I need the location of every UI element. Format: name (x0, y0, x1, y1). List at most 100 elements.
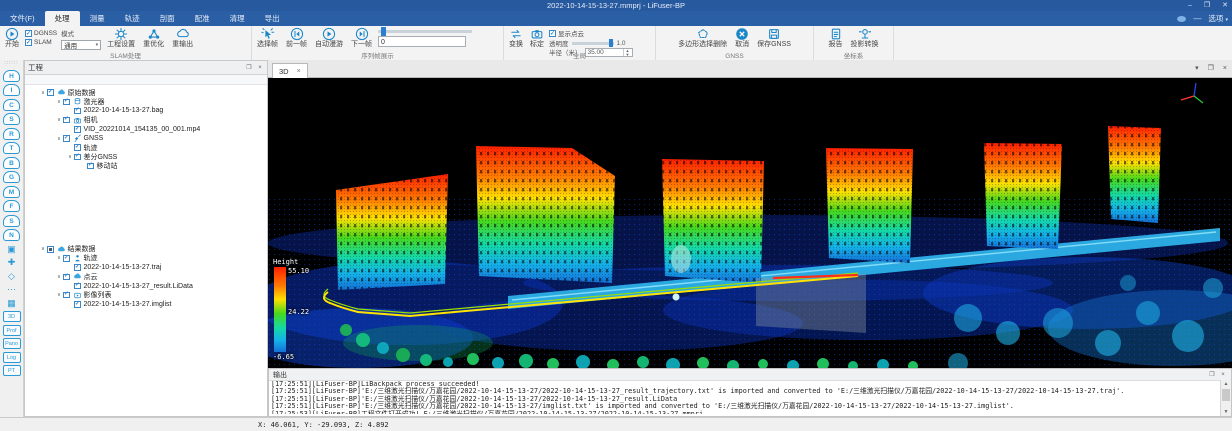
slider-handle[interactable] (609, 39, 613, 47)
tree-item-result-data[interactable]: ∨结果数据 (25, 245, 267, 254)
maximize-button[interactable]: ❐ (1204, 0, 1210, 11)
mode-select[interactable]: 通用▾ (61, 40, 101, 50)
tree-item-lidata-file[interactable]: 2022-10-14-15-13-27_result.LiData (25, 281, 267, 290)
tab-profile[interactable]: 剖面 (150, 11, 185, 26)
polygon-delete-button[interactable]: 多边形选择删除 (676, 27, 729, 49)
checkbox-icon[interactable] (74, 283, 81, 290)
checkbox-icon[interactable] (63, 274, 70, 281)
3d-view-button[interactable]: 3D (3, 311, 21, 322)
expand-arrow-icon[interactable]: ∨ (55, 136, 63, 142)
tree-item-trajectory[interactable]: 轨迹 (25, 143, 267, 152)
prev-frame-button[interactable]: 前一帧 (284, 27, 309, 49)
auto-roam-button[interactable]: 自动漫游 (313, 27, 345, 49)
viewport-tab-3d[interactable]: 3D× (272, 63, 308, 79)
tree-item-diff-gnss[interactable]: ∨差分GNSS (25, 152, 267, 161)
next-frame-button[interactable]: 下一帧 (349, 27, 374, 49)
close-panel-icon[interactable]: × (256, 64, 264, 72)
cloud-tool-icon[interactable]: C (3, 99, 20, 111)
close-panel-icon[interactable]: × (1219, 371, 1227, 379)
cloud-tool-icon[interactable]: S (3, 113, 20, 125)
cloud-tool-icon[interactable]: T (3, 142, 20, 154)
checkbox-icon[interactable] (74, 126, 81, 133)
expand-arrow-icon[interactable]: ∨ (39, 246, 47, 252)
profile-view-button[interactable]: Prof (3, 325, 21, 336)
float-panel-icon[interactable]: ❐ (245, 64, 253, 72)
cloud-tool-icon[interactable]: H (3, 70, 20, 82)
tree-item-traj-file[interactable]: 2022-10-14-15-13-27.traj (25, 263, 267, 272)
options-menu[interactable]: 选项 ▾ (1208, 13, 1228, 24)
tab-export[interactable]: 导出 (255, 11, 290, 26)
projection-convert-button[interactable]: 投影转换 (849, 27, 881, 49)
expand-view-icon[interactable]: ✚ (8, 257, 16, 268)
tab-measure[interactable]: 测量 (80, 11, 115, 26)
3d-canvas[interactable]: Height 55.10 24.22 -6.65 (268, 78, 1232, 368)
cloud-tool-icon[interactable]: B (3, 157, 20, 169)
checkbox-icon[interactable] (63, 292, 70, 299)
prism-view-icon[interactable]: ◇ (8, 271, 15, 282)
transform-button[interactable]: 变换 (507, 27, 525, 49)
cloud-tool-icon[interactable]: M (3, 186, 20, 198)
tab-list-dropdown-icon[interactable]: ▾ (1195, 65, 1199, 73)
cloud-tool-icon[interactable]: I (3, 84, 20, 96)
scroll-down-icon[interactable]: ▼ (1221, 408, 1231, 416)
cloud-tool-icon[interactable]: S (3, 215, 20, 227)
checkbox-icon[interactable] (74, 154, 81, 161)
frame-number-input[interactable]: 0 (378, 36, 466, 47)
float-panel-icon[interactable]: ❐ (1208, 371, 1216, 379)
save-gnss-button[interactable]: 保存GNSS (755, 27, 793, 49)
checkbox-icon[interactable] (63, 99, 70, 106)
calibrate-button[interactable]: 标定 (528, 27, 546, 49)
close-button[interactable]: ✕ (1222, 0, 1228, 11)
log-view-button[interactable]: Log (3, 352, 21, 363)
expand-arrow-icon[interactable]: ∨ (55, 255, 63, 261)
checkbox-icon[interactable] (74, 144, 81, 151)
tab-trajectory[interactable]: 轨迹 (115, 11, 150, 26)
checkbox-icon[interactable] (74, 264, 81, 271)
tree-item-mobile-station[interactable]: 移动站 (25, 162, 267, 171)
expand-arrow-icon[interactable]: ∨ (55, 274, 63, 280)
tree-item-image-list[interactable]: ∨影像列表 (25, 291, 267, 300)
reoptimize-button[interactable]: 重优化 (141, 27, 166, 49)
tree-item-bag-file[interactable]: 2022-10-14-15-13-27.bag (25, 106, 267, 115)
image-view-icon[interactable]: ▦ (7, 298, 16, 309)
tree-item-laser[interactable]: ∨激光器 (25, 97, 267, 106)
cancel-button[interactable]: 取消 (733, 27, 751, 49)
close-tab-icon[interactable]: × (297, 68, 301, 75)
project-settings-button[interactable]: 工程设置 (105, 27, 137, 49)
tree-item-pointcloud[interactable]: ∨点云 (25, 272, 267, 281)
select-frame-button[interactable]: 选择帧 (255, 27, 280, 49)
expand-arrow-icon[interactable]: ∨ (66, 154, 74, 160)
checkbox-icon[interactable] (74, 108, 81, 115)
output-scrollbar[interactable]: ▲ ▼ (1220, 380, 1231, 416)
tree-item-camera[interactable]: ∨相机 (25, 116, 267, 125)
scroll-up-icon[interactable]: ▲ (1221, 380, 1231, 388)
more-dots-icon[interactable]: ⋯ (7, 284, 16, 295)
tab-clean[interactable]: 清理 (220, 11, 255, 26)
tab-process[interactable]: 处理 (45, 11, 80, 26)
tab-registration[interactable]: 配准 (185, 11, 220, 26)
expand-arrow-icon[interactable]: ∨ (39, 90, 47, 96)
checkbox-icon[interactable] (47, 246, 54, 253)
cloud-tool-icon[interactable]: N (3, 229, 20, 241)
collapse-ribbon-icon[interactable]: — (1193, 14, 1201, 23)
checkbox-icon[interactable] (63, 135, 70, 142)
close-view-icon[interactable]: × (1223, 65, 1227, 73)
start-button[interactable]: 开始 (3, 27, 21, 49)
tree-item-result-trajectory[interactable]: ∨轨迹 (25, 254, 267, 263)
checkbox-icon[interactable] (47, 89, 54, 96)
float-view-icon[interactable]: ❐ (1208, 65, 1214, 73)
checkbox-icon[interactable] (63, 117, 70, 124)
cloud-tool-icon[interactable]: R (3, 128, 20, 140)
slam-checkbox[interactable]: SLAM (25, 39, 57, 46)
pano-view-button[interactable]: Pano (3, 338, 21, 349)
dgnss-checkbox[interactable]: DGNSS (25, 30, 57, 37)
theme-icon[interactable] (1177, 16, 1186, 22)
checkbox-icon[interactable] (74, 301, 81, 308)
checkbox-icon[interactable] (87, 163, 94, 170)
selected-frame-ball[interactable] (673, 294, 680, 301)
frame-slider[interactable] (378, 30, 472, 33)
pt-view-button[interactable]: PT (3, 365, 21, 376)
checkbox-icon[interactable] (63, 255, 70, 262)
slider-handle[interactable] (381, 27, 386, 36)
show-pointcloud-checkbox[interactable]: 显示点云 (549, 28, 633, 38)
